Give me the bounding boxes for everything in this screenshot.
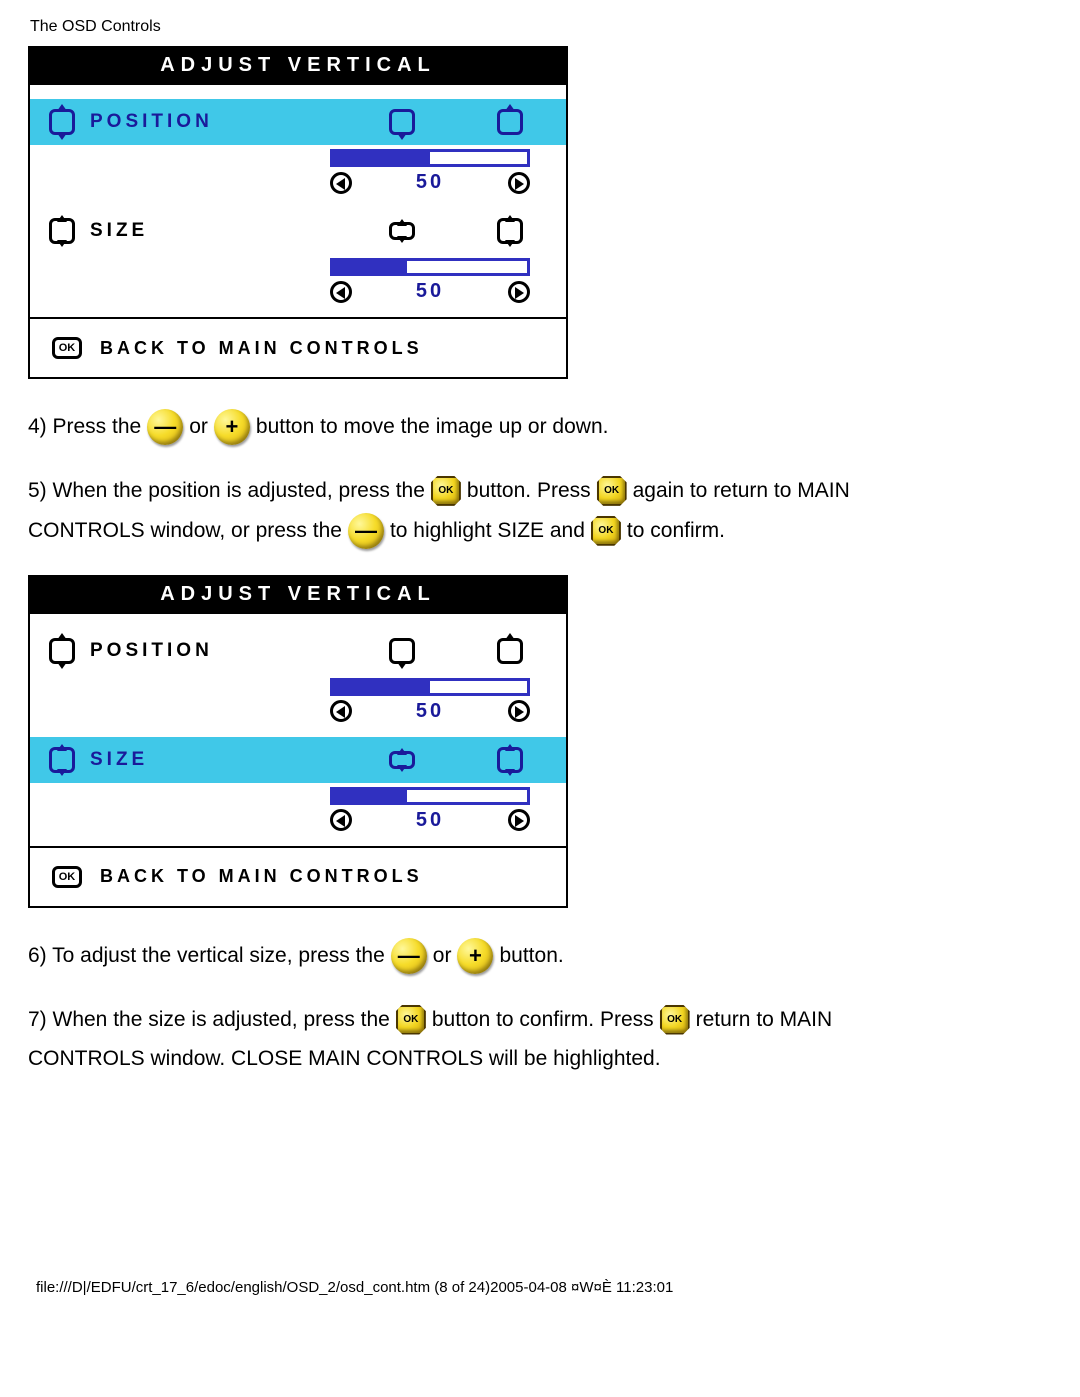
position-bar-fill: [333, 152, 430, 164]
osd-footer: OK BACK TO MAIN CONTROLS: [30, 319, 566, 377]
size-value: 50: [416, 280, 444, 303]
shrink-icon: [388, 217, 416, 245]
size-value-block: 50: [30, 254, 566, 317]
text: button. Press: [467, 471, 591, 511]
text: CONTROLS window, or press the: [28, 511, 342, 551]
position-value: 50: [416, 700, 444, 723]
arrow-left-icon: [330, 809, 352, 831]
instruction-step-5: 5) When the position is adjusted, press …: [28, 471, 1048, 551]
text: to highlight SIZE and: [390, 511, 585, 551]
text: 5) When the position is adjusted, press …: [28, 471, 425, 511]
position-icon: [48, 637, 76, 665]
minus-button-icon: —: [391, 938, 427, 974]
size-value-block: 50: [30, 783, 566, 846]
screen-down-icon: [388, 108, 416, 136]
size-bar-fill: [333, 261, 407, 273]
expand-icon: [496, 746, 524, 774]
osd-footer: OK BACK TO MAIN CONTROLS: [30, 848, 566, 906]
spacer: [30, 85, 566, 99]
page-title: The OSD Controls: [30, 18, 1052, 36]
osd-panel-position: ADJUST VERTICAL POSITION 50: [28, 46, 568, 379]
minus-button-icon: —: [348, 513, 384, 549]
text: 7) When the size is adjusted, press the: [28, 1000, 390, 1040]
ok-icon: OK: [52, 866, 82, 888]
arrow-right-icon: [508, 700, 530, 722]
osd-row-position: POSITION: [30, 99, 566, 145]
instruction-step-7: 7) When the size is adjusted, press the …: [28, 1000, 1048, 1080]
size-label: SIZE: [90, 220, 148, 242]
text: return to MAIN: [696, 1000, 833, 1040]
text: button.: [499, 936, 563, 976]
osd-row-size: SIZE: [30, 208, 566, 254]
osd-row-size: SIZE: [30, 737, 566, 783]
screen-up-icon: [496, 108, 524, 136]
minus-button-icon: —: [147, 409, 183, 445]
osd-title: ADJUST VERTICAL: [30, 577, 566, 614]
size-icon: [48, 217, 76, 245]
osd-title: ADJUST VERTICAL: [30, 48, 566, 85]
position-bar: [330, 149, 530, 167]
ok-button-icon: OK: [597, 476, 627, 506]
text: or: [189, 407, 208, 447]
back-label: BACK TO MAIN CONTROLS: [100, 866, 423, 887]
instruction-step-6: 6) To adjust the vertical size, press th…: [28, 936, 1048, 976]
osd-panel-size: ADJUST VERTICAL POSITION 50: [28, 575, 568, 908]
position-label: POSITION: [90, 640, 213, 662]
osd-row-position: POSITION: [30, 628, 566, 674]
position-bar: [330, 678, 530, 696]
arrow-left-icon: [330, 700, 352, 722]
shrink-icon: [388, 746, 416, 774]
plus-button-icon: +: [457, 938, 493, 974]
text: to confirm.: [627, 511, 725, 551]
ok-button-icon: OK: [660, 1005, 690, 1035]
size-label: SIZE: [90, 749, 148, 771]
arrow-right-icon: [508, 172, 530, 194]
screen-up-icon: [496, 637, 524, 665]
ok-button-icon: OK: [591, 516, 621, 546]
instruction-step-4: 4) Press the — or + button to move the i…: [28, 407, 1048, 447]
plus-button-icon: +: [214, 409, 250, 445]
position-label: POSITION: [90, 111, 213, 133]
text: or: [433, 936, 452, 976]
text: button to confirm. Press: [432, 1000, 654, 1040]
text: 4) Press the: [28, 407, 141, 447]
expand-icon: [496, 217, 524, 245]
ok-icon: OK: [52, 337, 82, 359]
text: 6) To adjust the vertical size, press th…: [28, 936, 385, 976]
text: again to return to MAIN: [633, 471, 850, 511]
position-bar-fill: [333, 681, 430, 693]
position-value-block: 50: [30, 145, 566, 208]
size-bar: [330, 787, 530, 805]
arrow-left-icon: [330, 172, 352, 194]
screen-down-icon: [388, 637, 416, 665]
text: button to move the image up or down.: [256, 407, 609, 447]
size-icon: [48, 746, 76, 774]
ok-button-icon: OK: [431, 476, 461, 506]
position-icon: [48, 108, 76, 136]
text: CONTROLS window. CLOSE MAIN CONTROLS wil…: [28, 1039, 661, 1079]
back-label: BACK TO MAIN CONTROLS: [100, 338, 423, 359]
position-value: 50: [416, 171, 444, 194]
arrow-left-icon: [330, 281, 352, 303]
size-bar: [330, 258, 530, 276]
position-value-block: 50: [30, 674, 566, 737]
footer-path: file:///D|/EDFU/crt_17_6/edoc/english/OS…: [28, 1279, 1052, 1296]
arrow-right-icon: [508, 809, 530, 831]
spacer: [30, 614, 566, 628]
ok-button-icon: OK: [396, 1005, 426, 1035]
arrow-right-icon: [508, 281, 530, 303]
size-value: 50: [416, 809, 444, 832]
size-bar-fill: [333, 790, 407, 802]
